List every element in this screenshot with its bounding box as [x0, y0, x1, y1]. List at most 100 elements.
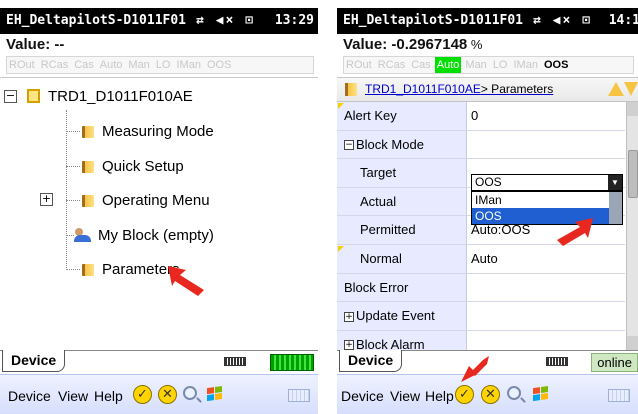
- option-oos[interactable]: OOS: [472, 208, 622, 224]
- tree-item-my-block[interactable]: My Block (empty): [66, 224, 214, 246]
- param-value[interactable]: [471, 274, 625, 302]
- param-value[interactable]: Auto: [471, 245, 625, 273]
- vertical-scrollbar[interactable]: [626, 102, 638, 350]
- search-icon[interactable]: [183, 386, 197, 400]
- collapse-icon[interactable]: −: [344, 140, 354, 151]
- breadcrumb-current: > Parameters: [480, 82, 554, 96]
- target-mode-select[interactable]: OOS ▼: [471, 174, 623, 191]
- cancel-icon[interactable]: ✕: [481, 385, 500, 404]
- left-device-screen: EH_DeltapilotS-D1011F01 ⇄ ◀× ⊡ 13:29 Val…: [0, 0, 318, 414]
- status-icons[interactable]: ⇄ ◀× ⊡: [196, 8, 255, 34]
- scroll-thumb[interactable]: [628, 150, 638, 198]
- right-device-screen: EH_DeltapilotS-D1011F01 ⇄ ◀× ⊡ 14:1 Valu…: [337, 0, 638, 414]
- tree-connector-h: [66, 165, 80, 167]
- red-arrow-icon: [168, 266, 204, 296]
- options-scrollbar[interactable]: [609, 192, 622, 224]
- mode-oos: OOS: [206, 59, 232, 71]
- battery-icon: [546, 357, 568, 366]
- expand-icon[interactable]: +: [344, 340, 354, 350]
- menu-device[interactable]: Device: [341, 388, 384, 404]
- changed-flag-icon: [338, 103, 344, 109]
- clock[interactable]: 14:1: [609, 8, 638, 34]
- param-row[interactable]: + Update Event: [337, 302, 625, 331]
- status-icons[interactable]: ⇄ ◀× ⊡: [533, 8, 592, 34]
- chevron-down-icon[interactable]: ▼: [608, 175, 622, 190]
- menu-view[interactable]: View: [390, 388, 420, 404]
- param-name: − Block Mode: [337, 130, 467, 159]
- tree-item-quick-setup[interactable]: Quick Setup: [66, 155, 184, 177]
- title-bar: EH_DeltapilotS-D1011F01 ⇄ ◀× ⊡ 14:1: [337, 8, 638, 34]
- mode-rout: ROut: [9, 59, 35, 71]
- ok-icon[interactable]: ✓: [133, 385, 152, 404]
- tab-device[interactable]: Device: [339, 350, 403, 372]
- search-icon[interactable]: [507, 386, 521, 400]
- value-label: Value: --: [6, 36, 64, 53]
- param-name-text: Update Event: [356, 308, 435, 324]
- folder-icon: [345, 83, 359, 97]
- mode-oos: OOS: [543, 59, 569, 71]
- mode-indicator-bar: ROut RCas Cas Auto Man LO IMan OOS: [6, 56, 314, 74]
- ok-icon[interactable]: ✓: [455, 385, 474, 404]
- breadcrumb-link-text[interactable]: TRD1_D1011F010AE: [365, 82, 481, 96]
- tree-root-node[interactable]: − TRD1_D1011F010AE: [4, 86, 193, 106]
- mode-rcas: RCas: [377, 59, 406, 71]
- mode-iman: IMan: [513, 59, 538, 71]
- clock[interactable]: 13:29: [275, 8, 314, 34]
- menu-help[interactable]: Help: [94, 388, 123, 404]
- keyboard-icon[interactable]: [608, 389, 630, 402]
- tree-connector-h: [66, 234, 74, 236]
- navigate-up-icon[interactable]: [608, 82, 624, 96]
- param-name: + Update Event: [337, 302, 467, 330]
- windows-icon[interactable]: [533, 386, 549, 402]
- param-row[interactable]: − Block Mode: [337, 130, 625, 160]
- tab-device[interactable]: Device: [2, 350, 66, 372]
- mode-cas: Cas: [74, 59, 94, 71]
- folder-icon: [82, 262, 96, 276]
- signal-strength-icon: [270, 354, 314, 371]
- mode-rout: ROut: [346, 59, 372, 71]
- expand-icon[interactable]: +: [344, 311, 354, 322]
- mode-auto: Auto: [434, 57, 462, 73]
- collapse-icon[interactable]: −: [4, 89, 17, 103]
- value-text: Value: -0.2967148: [343, 36, 468, 53]
- param-value[interactable]: [471, 331, 625, 350]
- param-row[interactable]: + Block Alarm: [337, 330, 625, 350]
- keyboard-icon[interactable]: [288, 389, 310, 402]
- param-name-text: Target: [360, 165, 397, 181]
- param-name-text: Normal: [360, 251, 402, 266]
- tree-item-parameters[interactable]: Parameters: [66, 258, 180, 280]
- cancel-icon[interactable]: ✕: [158, 385, 177, 404]
- mode-rcas: RCas: [40, 59, 69, 71]
- param-row[interactable]: Block Error: [337, 273, 625, 303]
- param-value[interactable]: [471, 131, 625, 159]
- mode-iman: IMan: [176, 59, 201, 71]
- param-name-text: Block Error: [344, 279, 409, 295]
- value-label: Value: -0.2967148 %: [343, 36, 482, 53]
- app-title: EH_DeltapilotS-D1011F01: [6, 13, 187, 28]
- option-iman[interactable]: IMan: [472, 192, 622, 208]
- scroll-down-icon[interactable]: [627, 336, 638, 350]
- target-mode-options: IMan OOS: [471, 191, 623, 225]
- device-tree: − TRD1_D1011F010AE Measuring Mode Quick …: [0, 78, 318, 350]
- param-name: Target: [337, 159, 467, 187]
- folder-icon: [82, 124, 96, 138]
- param-row[interactable]: Alert Key 0: [337, 102, 625, 131]
- device-block-icon: [27, 89, 40, 103]
- expand-icon[interactable]: +: [40, 193, 53, 206]
- tree-item-measuring-mode[interactable]: Measuring Mode: [66, 120, 214, 142]
- menu-view[interactable]: View: [58, 388, 88, 404]
- menu-device[interactable]: Device: [8, 388, 51, 404]
- windows-icon[interactable]: [207, 386, 223, 402]
- tree-item-operating-menu[interactable]: + Operating Menu: [40, 189, 210, 211]
- menu-help[interactable]: Help: [425, 388, 454, 404]
- breadcrumb-link[interactable]: TRD1_D1011F010AE> Parameters: [365, 78, 553, 101]
- param-value[interactable]: [471, 302, 625, 330]
- changed-flag-icon: [338, 246, 344, 252]
- param-value[interactable]: 0: [471, 102, 625, 130]
- scroll-up-icon[interactable]: [627, 102, 638, 116]
- tree-item-label: My Block (empty): [98, 226, 214, 244]
- breadcrumb: TRD1_D1011F010AE> Parameters: [337, 78, 638, 102]
- param-row[interactable]: Normal Auto: [337, 245, 625, 274]
- param-name: Alert Key: [337, 102, 467, 130]
- navigate-down-icon[interactable]: [624, 82, 638, 96]
